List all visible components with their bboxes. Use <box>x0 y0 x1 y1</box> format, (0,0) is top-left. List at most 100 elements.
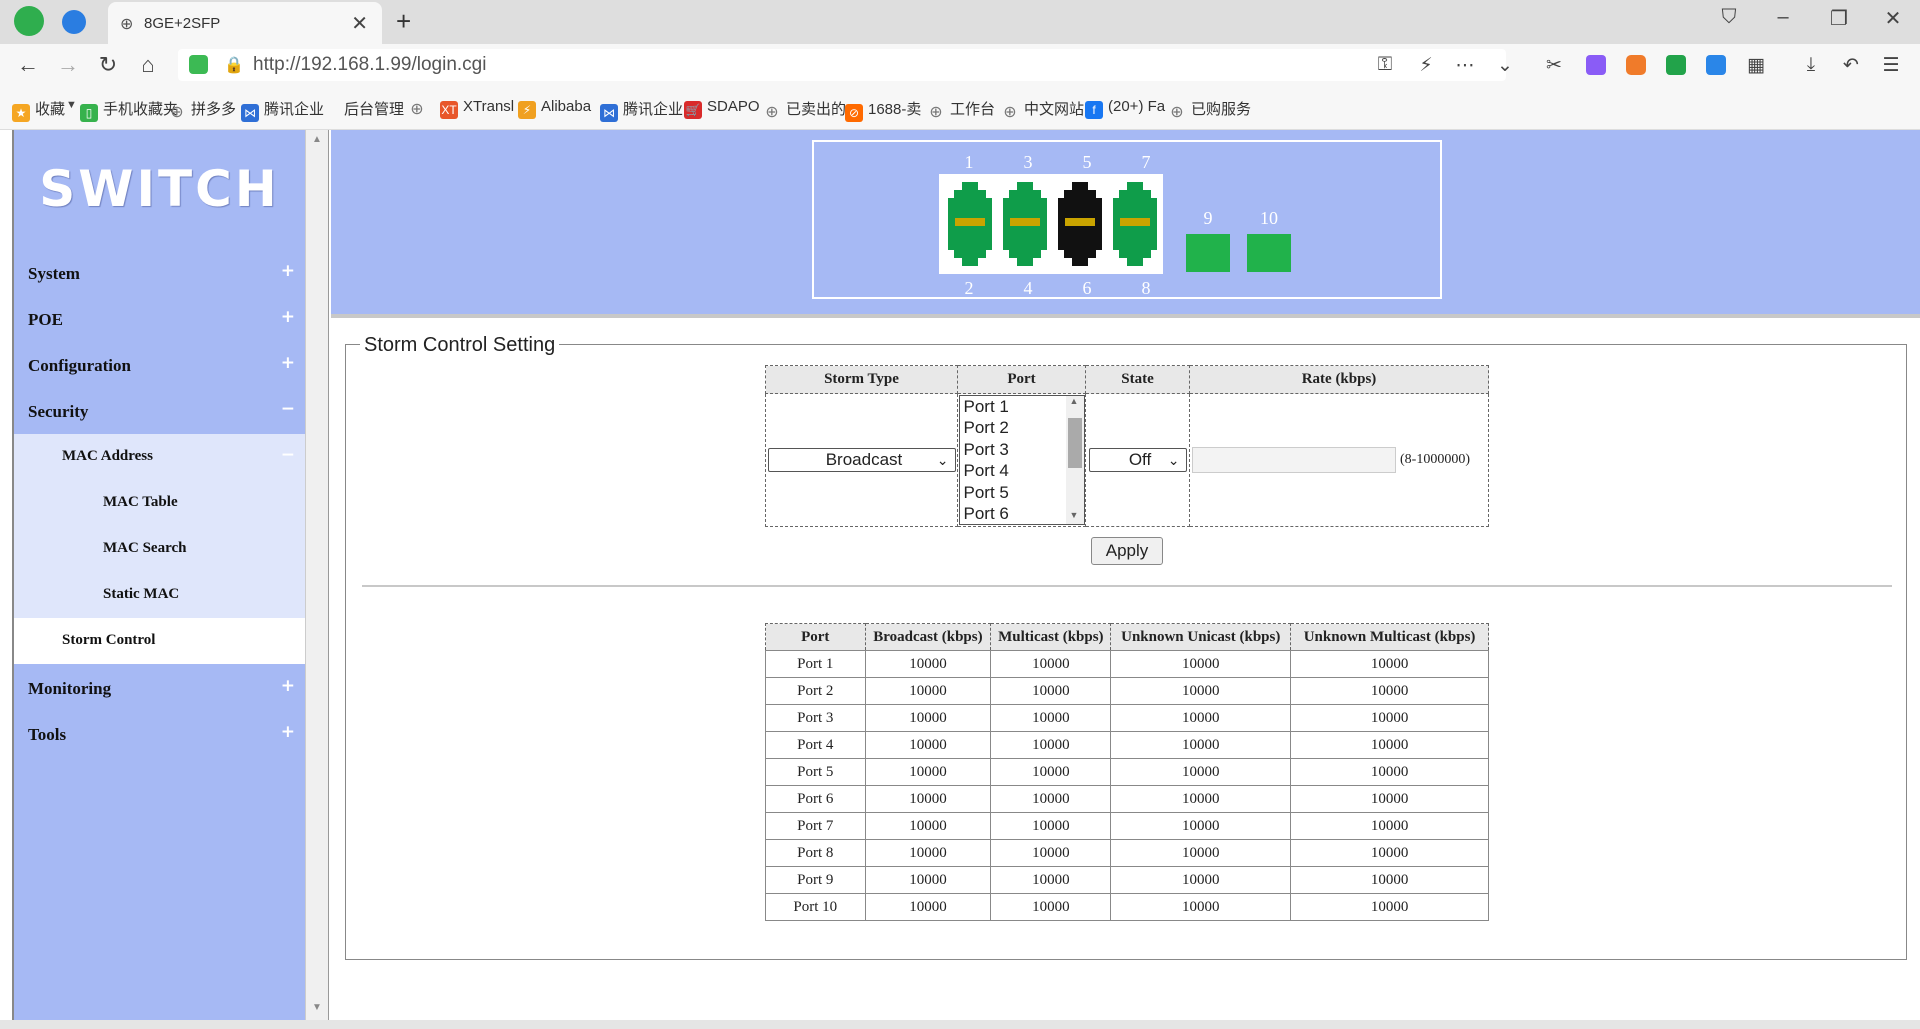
bookmark-icon: ⊘ <box>845 104 863 122</box>
tab-close-icon[interactable]: ✕ <box>351 11 368 36</box>
table-cell: 10000 <box>864 758 992 786</box>
collapse-icon[interactable]: − <box>281 399 295 419</box>
bookmark-item[interactable]: ⊕ <box>408 98 431 119</box>
tab-title: 8GE+2SFP <box>144 15 221 32</box>
expand-icon[interactable]: + <box>281 676 295 696</box>
sidebar-item-system[interactable]: System + <box>14 250 305 296</box>
bookmark-item[interactable]: 🛒 SDAPO <box>684 98 760 119</box>
chevron-down-icon[interactable]: ▼ <box>66 99 77 111</box>
chat-icon[interactable] <box>1706 55 1726 75</box>
forward-icon[interactable]: → <box>53 52 83 78</box>
bookmark-item[interactable]: ⊕ 已购服务 <box>1168 98 1251 122</box>
restore-icon[interactable]: ❐ <box>1824 6 1854 31</box>
bookmark-label: 已购服务 <box>1191 101 1252 118</box>
listbox-scrollbar[interactable]: ▲ ▼ <box>1065 396 1084 524</box>
bookmark-item[interactable]: ⊕ 工作台 <box>927 98 995 122</box>
minimize-icon[interactable]: – <box>1768 6 1798 29</box>
table-cell: Port 10 <box>765 893 866 921</box>
expand-icon[interactable]: + <box>281 722 295 742</box>
back-icon[interactable]: ← <box>13 52 43 78</box>
chevron-down-icon: ⌄ <box>936 452 949 468</box>
expand-icon[interactable]: + <box>281 261 295 281</box>
translate-icon[interactable] <box>1586 55 1606 75</box>
table-cell: 10000 <box>1110 893 1292 921</box>
table-cell: 10000 <box>990 650 1112 678</box>
bookmark-item[interactable]: ▯ 手机收藏夹 <box>80 98 178 122</box>
new-tab-button[interactable]: + <box>396 6 411 37</box>
undo-icon[interactable]: ↶ <box>1838 54 1864 77</box>
sidebar-item-poe[interactable]: POE + <box>14 296 305 342</box>
menu-icon[interactable]: ☰ <box>1878 54 1904 77</box>
scroll-up-icon[interactable]: ▲ <box>1070 396 1079 406</box>
bookmark-item[interactable]: ⋈ 腾讯企业 <box>241 98 324 122</box>
bookmark-item[interactable]: ⊕ 中文网站 <box>1001 98 1084 122</box>
sidebar-item-monitoring[interactable]: Monitoring + <box>14 665 305 711</box>
lock-warning-icon[interactable]: 🔒 <box>224 55 244 75</box>
sidebar-item-mac-address[interactable]: MAC Address − <box>14 434 305 480</box>
table-cell: Port 2 <box>765 677 866 705</box>
shirt-icon[interactable]: ⛉ <box>1714 6 1744 29</box>
rate-header: Unknown Unicast (kbps) <box>1110 623 1292 651</box>
browser-tab[interactable]: ⊕ 8GE+2SFP ✕ <box>108 2 382 44</box>
sidebar-item-mac-table[interactable]: MAC Table <box>14 480 305 526</box>
rate-header: Port <box>765 623 866 651</box>
scroll-thumb[interactable] <box>1067 418 1082 468</box>
scroll-up-icon[interactable]: ▲ <box>312 134 322 145</box>
table-cell: Port 7 <box>765 812 866 840</box>
port-listbox[interactable]: Port 1 Port 2 Port 3 Port 4 Port 5 Port 6 ▲ ▼ <box>958 395 1085 525</box>
bookmark-item[interactable]: ⊘ 1688-卖 <box>845 98 921 122</box>
sidebar-item-configuration[interactable]: Configuration + <box>14 342 305 388</box>
sidebar-scrollbar[interactable]: ▲ ▼ <box>305 130 329 1020</box>
notebook-icon[interactable] <box>1666 55 1686 75</box>
apply-button[interactable]: Apply <box>1091 537 1163 565</box>
storm-type-select[interactable]: Broadcast ⌄ <box>767 448 956 472</box>
game-icon[interactable] <box>1626 55 1646 75</box>
rj45-port-icon[interactable] <box>1113 222 1157 266</box>
sidebar-item-static-mac[interactable]: Static MAC <box>14 572 305 618</box>
more-icon[interactable]: ⋯ <box>1452 54 1478 77</box>
chevron-down-icon[interactable]: ⌄ <box>1492 54 1518 77</box>
shield-icon[interactable] <box>189 55 208 74</box>
bookmark-item[interactable]: 后台管理 <box>344 98 404 119</box>
scroll-down-icon[interactable]: ▼ <box>312 1002 322 1013</box>
telegram-icon[interactable] <box>62 10 86 34</box>
table-cell: 10000 <box>990 704 1112 732</box>
state-value: Off <box>1128 450 1152 469</box>
apps-grid-icon[interactable]: ▦ <box>1743 54 1769 77</box>
sfp-port-icon[interactable] <box>1186 234 1230 272</box>
sidebar-item-storm-control[interactable]: Storm Control <box>14 618 305 664</box>
table-row: Port 7 10000 10000 10000 10000 <box>765 812 1489 840</box>
bookmark-item[interactable]: ⋈ 腾讯企业 <box>600 98 683 122</box>
lightning-icon[interactable]: ⚡ <box>1413 54 1439 77</box>
rj45-port-icon[interactable] <box>948 222 992 266</box>
sidebar-item-mac-search[interactable]: MAC Search <box>14 526 305 572</box>
close-window-icon[interactable]: ✕ <box>1878 6 1908 31</box>
scroll-down-icon[interactable]: ▼ <box>1070 510 1079 520</box>
reload-icon[interactable]: ↻ <box>93 52 123 78</box>
key-icon[interactable]: ⚿ <box>1372 54 1398 76</box>
sfp-port-icon[interactable] <box>1247 234 1291 272</box>
scissors-icon[interactable]: ✂ <box>1541 54 1567 77</box>
state-select[interactable]: Off ⌄ <box>1088 448 1187 472</box>
download-icon[interactable]: ⤓ <box>1798 54 1824 76</box>
sidebar-item-tools[interactable]: Tools + <box>14 711 305 757</box>
table-cell: 10000 <box>1110 758 1292 786</box>
globe-icon: ⊕ <box>120 16 134 33</box>
expand-icon[interactable]: + <box>281 353 295 373</box>
bookmark-item[interactable]: ★ 收藏 <box>12 98 65 122</box>
table-cell: Port 8 <box>765 839 866 867</box>
rate-input[interactable] <box>1192 447 1396 473</box>
rj45-port-icon[interactable] <box>1003 222 1047 266</box>
bookmark-item[interactable]: XT XTransl <box>440 98 514 119</box>
rj45-port-icon[interactable] <box>1058 222 1102 266</box>
bookmark-item[interactable]: ⊕ 已卖出的 <box>763 98 846 122</box>
bookmark-item[interactable]: ⊕ 拼多多 <box>168 98 236 122</box>
bookmark-item[interactable]: ⚡ Alibaba <box>518 98 591 119</box>
expand-icon[interactable]: + <box>281 307 295 327</box>
url-text[interactable]: http://192.168.1.99/login.cgi <box>253 54 486 76</box>
home-icon[interactable]: ⌂ <box>133 52 163 78</box>
sidebar-item-security[interactable]: Security − <box>14 388 305 434</box>
bookmark-item[interactable]: f (20+) Fa <box>1085 98 1165 119</box>
collapse-icon[interactable]: − <box>281 445 295 465</box>
storm-type-cell: Broadcast ⌄ <box>765 393 958 527</box>
